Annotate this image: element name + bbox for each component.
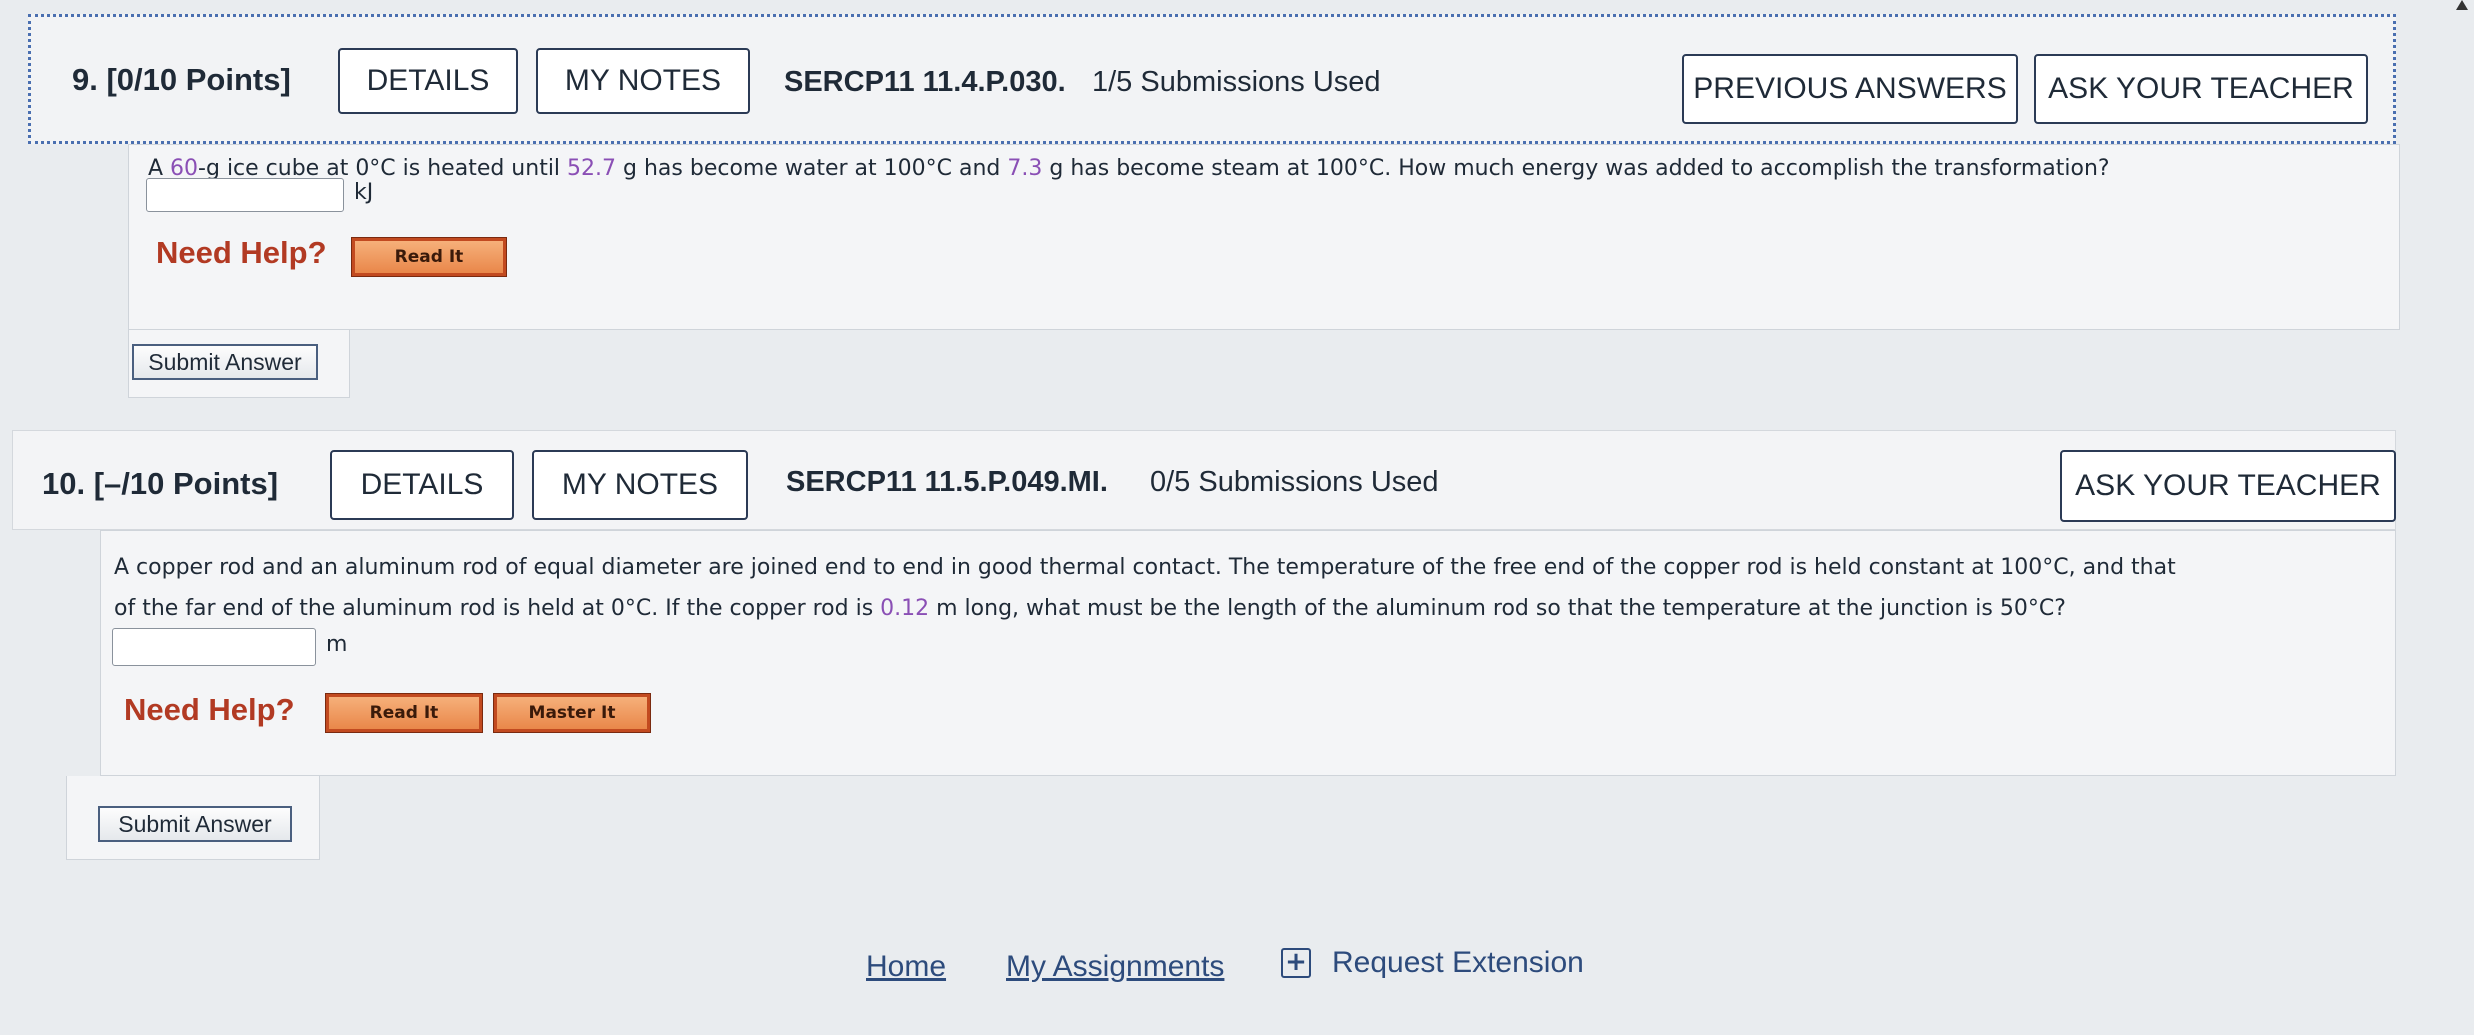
q9-ask-teacher-button[interactable]: ASK YOUR TEACHER (2034, 54, 2368, 124)
q9-my-notes-button[interactable]: MY NOTES (536, 48, 750, 114)
q10-question-text-line-2: of the far end of the aluminum rod is he… (114, 596, 2066, 621)
q10-ask-teacher-button[interactable]: ASK YOUR TEACHER (2060, 450, 2396, 522)
q9-details-button[interactable]: DETAILS (338, 48, 518, 114)
q9-need-help-label: Need Help? (156, 235, 327, 270)
q10-unit-label: m (326, 632, 348, 657)
q9-question-code: SERCP11 11.4.P.030. (784, 66, 1066, 98)
q10-need-help-label: Need Help? (124, 692, 295, 727)
footer-home-link[interactable]: Home (866, 950, 946, 984)
q10-question-code: SERCP11 11.5.P.049.MI. (786, 466, 1108, 498)
q10-details-button[interactable]: DETAILS (330, 450, 514, 520)
q10-read-it-button[interactable]: Read It (325, 693, 483, 733)
q10-my-notes-button[interactable]: MY NOTES (532, 450, 748, 520)
q9-submit-answer-button[interactable]: Submit Answer (132, 344, 318, 380)
q9-read-it-button[interactable]: Read It (351, 237, 507, 277)
q9-answer-input[interactable] (146, 178, 344, 212)
q9-submissions-used: 1/5 Submissions Used (1092, 66, 1381, 98)
q9-number-points: 9. [0/10 Points] (72, 62, 291, 97)
footer-my-assignments-link[interactable]: My Assignments (1006, 950, 1224, 984)
plus-icon[interactable]: + (1281, 948, 1311, 978)
q10-answer-input[interactable] (112, 628, 316, 666)
q10-master-it-button[interactable]: Master It (493, 693, 651, 733)
q9-previous-answers-button[interactable]: PREVIOUS ANSWERS (1682, 54, 2018, 124)
q10-question-text-line-1: A copper rod and an aluminum rod of equa… (114, 555, 2176, 580)
q10-number-points: 10. [–/10 Points] (42, 466, 279, 501)
q10-submissions-used: 0/5 Submissions Used (1150, 466, 1439, 498)
q9-question-text: A 60-g ice cube at 0°C is heated until 5… (148, 156, 2110, 181)
scroll-up-arrow-icon[interactable] (2456, 0, 2468, 10)
q9-unit-label: kJ (354, 180, 374, 205)
footer-request-extension-link[interactable]: Request Extension (1332, 946, 1584, 980)
q10-submit-answer-button[interactable]: Submit Answer (98, 806, 292, 842)
